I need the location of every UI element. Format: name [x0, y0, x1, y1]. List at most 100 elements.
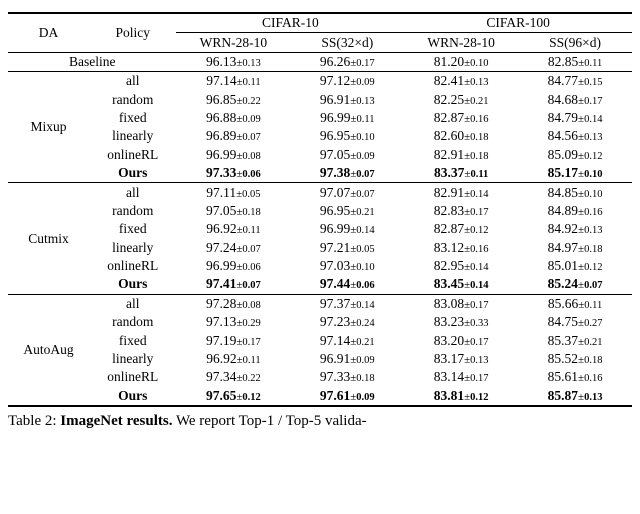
value-cell: 97.41±0.07 [176, 275, 290, 294]
value-cell: 84.79±0.14 [518, 109, 632, 127]
value-cell: 96.95±0.10 [290, 127, 404, 145]
table-row: random96.85±0.2296.91±0.1382.25±0.2184.6… [8, 91, 632, 109]
value-cell: 82.25±0.21 [404, 91, 518, 109]
value-cell: 84.75±0.27 [518, 313, 632, 331]
value-cell: 85.87±0.13 [518, 387, 632, 405]
header-policy: Policy [89, 14, 176, 52]
value-cell: 85.37±0.21 [518, 331, 632, 349]
table-caption: Table 2: ImageNet results. We report Top… [8, 413, 632, 430]
policy-cell: onlineRL [89, 368, 176, 386]
table-row: AutoAugall97.28±0.0897.37±0.1483.08±0.17… [8, 294, 632, 313]
value-cell: 82.83±0.17 [404, 202, 518, 220]
value-cell: 83.37±0.11 [404, 164, 518, 183]
da-cell: Cutmix [8, 183, 89, 294]
table-row: linearly96.89±0.0796.95±0.1082.60±0.1884… [8, 127, 632, 145]
table-row: fixed96.88±0.0996.99±0.1182.87±0.1684.79… [8, 109, 632, 127]
value-cell: 84.97±0.18 [518, 239, 632, 257]
policy-cell: fixed [89, 109, 176, 127]
value-cell: 81.20±0.10 [404, 52, 518, 71]
header-c100-ss: SS(96×d) [518, 33, 632, 52]
value-cell: 96.92±0.11 [176, 350, 290, 368]
table-row: random97.05±0.1896.95±0.2182.83±0.1784.8… [8, 202, 632, 220]
value-cell: 84.56±0.13 [518, 127, 632, 145]
value-cell: 85.24±0.07 [518, 275, 632, 294]
policy-cell: linearly [89, 239, 176, 257]
value-cell: 96.89±0.07 [176, 127, 290, 145]
value-cell: 96.85±0.22 [176, 91, 290, 109]
value-cell: 84.85±0.10 [518, 183, 632, 202]
policy-cell: fixed [89, 220, 176, 238]
value-cell: 97.21±0.05 [290, 239, 404, 257]
caption-rest: We report Top-1 / Top-5 valida- [172, 413, 366, 429]
value-cell: 82.60±0.18 [404, 127, 518, 145]
table-row: onlineRL96.99±0.0697.03±0.1082.95±0.1485… [8, 257, 632, 275]
value-cell: 83.45±0.14 [404, 275, 518, 294]
value-cell: 83.23±0.33 [404, 313, 518, 331]
policy-cell: random [89, 313, 176, 331]
value-cell: 82.85±0.11 [518, 52, 632, 71]
value-cell: 83.08±0.17 [404, 294, 518, 313]
value-cell: 82.91±0.18 [404, 146, 518, 164]
caption-prefix: Table 2: [8, 413, 60, 429]
policy-cell: all [89, 183, 176, 202]
value-cell: 96.91±0.13 [290, 91, 404, 109]
caption-bold: ImageNet results. [60, 413, 172, 429]
value-cell: 96.95±0.21 [290, 202, 404, 220]
value-cell: 84.77±0.15 [518, 72, 632, 91]
value-cell: 83.20±0.17 [404, 331, 518, 349]
table-row: fixed97.19±0.1797.14±0.2183.20±0.1785.37… [8, 331, 632, 349]
table-row: Mixupall97.14±0.1197.12±0.0982.41±0.1384… [8, 72, 632, 91]
value-cell: 97.23±0.24 [290, 313, 404, 331]
table-row: onlineRL96.99±0.0897.05±0.0982.91±0.1885… [8, 146, 632, 164]
value-cell: 97.44±0.06 [290, 275, 404, 294]
value-cell: 96.99±0.11 [290, 109, 404, 127]
value-cell: 84.89±0.16 [518, 202, 632, 220]
value-cell: 82.41±0.13 [404, 72, 518, 91]
policy-cell: Ours [89, 164, 176, 183]
value-cell: 85.17±0.10 [518, 164, 632, 183]
policy-cell: random [89, 91, 176, 109]
value-cell: 97.61±0.09 [290, 387, 404, 405]
policy-cell: all [89, 72, 176, 91]
value-cell: 96.99±0.08 [176, 146, 290, 164]
value-cell: 82.87±0.12 [404, 220, 518, 238]
header-da: DA [8, 14, 89, 52]
value-cell: 97.05±0.18 [176, 202, 290, 220]
header-cifar100: CIFAR-100 [404, 14, 632, 33]
policy-cell: linearly [89, 350, 176, 368]
value-cell: 85.52±0.18 [518, 350, 632, 368]
value-cell: 96.99±0.14 [290, 220, 404, 238]
value-cell: 97.12±0.09 [290, 72, 404, 91]
value-cell: 97.33±0.18 [290, 368, 404, 386]
value-cell: 82.95±0.14 [404, 257, 518, 275]
value-cell: 83.12±0.16 [404, 239, 518, 257]
value-cell: 97.34±0.22 [176, 368, 290, 386]
value-cell: 96.92±0.11 [176, 220, 290, 238]
da-cell: AutoAug [8, 294, 89, 405]
policy-cell: fixed [89, 331, 176, 349]
table-row: fixed96.92±0.1196.99±0.1482.87±0.1284.92… [8, 220, 632, 238]
value-cell: 96.26±0.17 [290, 52, 404, 71]
da-cell: Mixup [8, 72, 89, 183]
policy-cell: onlineRL [89, 146, 176, 164]
value-cell: 97.37±0.14 [290, 294, 404, 313]
value-cell: 83.81±0.12 [404, 387, 518, 405]
value-cell: 83.17±0.13 [404, 350, 518, 368]
value-cell: 85.66±0.11 [518, 294, 632, 313]
table-row: linearly97.24±0.0797.21±0.0583.12±0.1684… [8, 239, 632, 257]
value-cell: 96.91±0.09 [290, 350, 404, 368]
value-cell: 96.13±0.13 [176, 52, 290, 71]
value-cell: 84.92±0.13 [518, 220, 632, 238]
policy-cell: linearly [89, 127, 176, 145]
table-row: onlineRL97.34±0.2297.33±0.1883.14±0.1785… [8, 368, 632, 386]
value-cell: 82.87±0.16 [404, 109, 518, 127]
value-cell: 97.24±0.07 [176, 239, 290, 257]
value-cell: 97.03±0.10 [290, 257, 404, 275]
value-cell: 97.19±0.17 [176, 331, 290, 349]
value-cell: 97.28±0.08 [176, 294, 290, 313]
table-row: Ours97.33±0.0697.38±0.0783.37±0.1185.17±… [8, 164, 632, 183]
results-table: DA Policy CIFAR-10 CIFAR-100 WRN-28-10 S… [8, 12, 632, 407]
header-c100-wrn: WRN-28-10 [404, 33, 518, 52]
policy-cell: onlineRL [89, 257, 176, 275]
policy-cell: Ours [89, 387, 176, 405]
